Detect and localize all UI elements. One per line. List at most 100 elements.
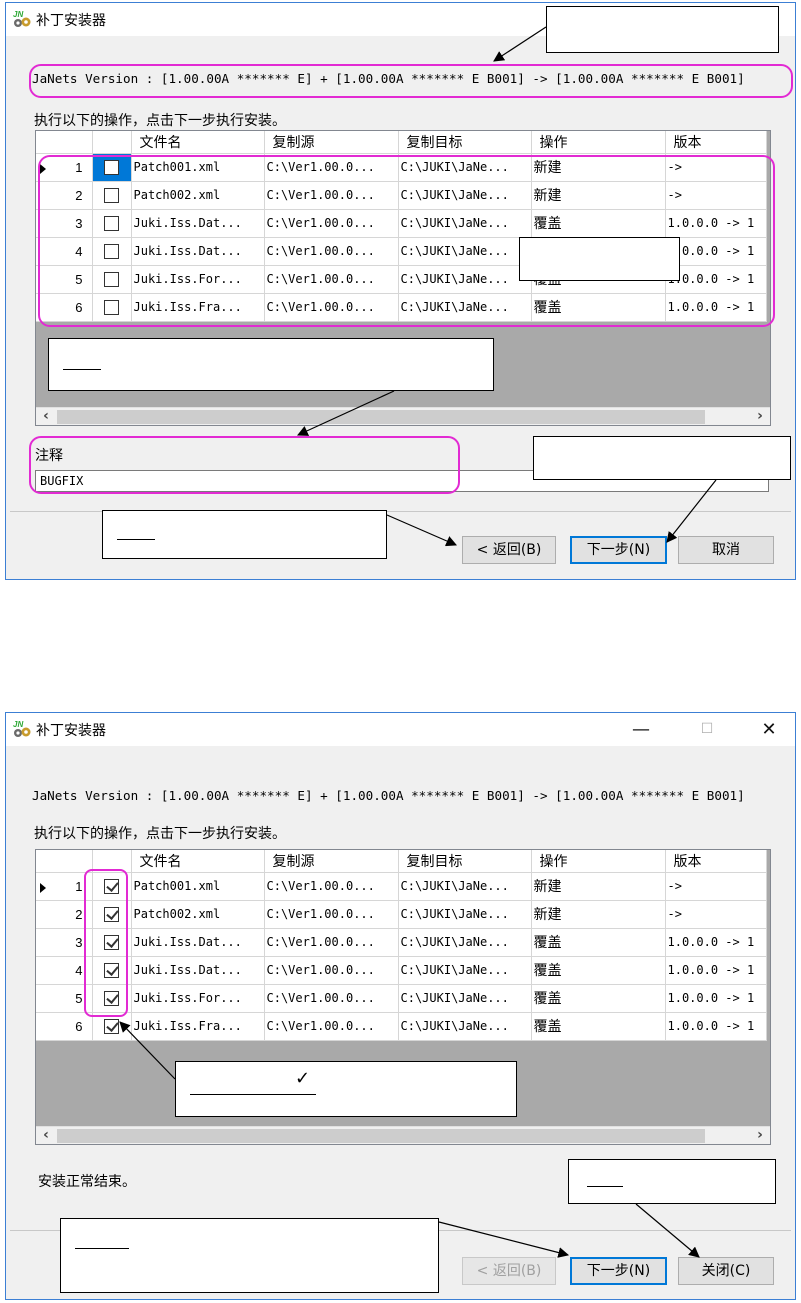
row-header[interactable]: 1 — [36, 153, 93, 182]
cell-filename: Juki.Iss.Dat... — [131, 928, 265, 957]
instruction-text: 执行以下的操作，点击下一步执行安装。 — [34, 113, 286, 129]
back-button[interactable]: < 返回(B) — [462, 536, 556, 564]
checkbox-cell[interactable] — [92, 928, 132, 957]
horizontal-scrollbar[interactable]: ‹ › — [36, 407, 770, 425]
cell-filename: Juki.Iss.Fra... — [131, 293, 265, 322]
table-row[interactable]: 3 Juki.Iss.Dat... C:\Ver1.00.0... C:\JUKI\J… — [36, 928, 767, 957]
row-header[interactable]: 6 — [36, 1012, 93, 1041]
cancel-button[interactable]: 取消 — [678, 536, 774, 564]
maximize-icon[interactable]: ☐ — [684, 713, 730, 746]
cell-operation: 新建 — [531, 153, 666, 182]
column-header-target[interactable]: 复制目标 — [398, 131, 532, 154]
next-button[interactable]: 下一步(N) — [570, 536, 667, 564]
cell-version: 1.0.0.0 -> 1 — [665, 265, 767, 294]
row-checkbox[interactable] — [104, 243, 119, 259]
column-header-operation[interactable]: 操作 — [531, 131, 666, 154]
row-header[interactable]: 2 — [36, 900, 93, 929]
table-row[interactable]: 3 Juki.Iss.Dat... C:\Ver1.00.0... C:\JUKI\J… — [36, 209, 767, 238]
checkbox-cell[interactable] — [92, 293, 132, 322]
check-column-header[interactable] — [92, 850, 132, 873]
row-header-corner — [36, 131, 93, 154]
row-header[interactable]: 5 — [36, 265, 93, 294]
callout-underline — [117, 539, 155, 540]
checkbox-cell[interactable] — [92, 900, 132, 929]
row-header[interactable]: 1 — [36, 872, 93, 901]
scrollbar-thumb[interactable] — [57, 1129, 705, 1143]
column-header-filename[interactable]: 文件名 — [131, 850, 265, 873]
cell-operation: 覆盖 — [531, 984, 666, 1013]
checkbox-cell[interactable] — [92, 265, 132, 294]
cell-target: C:\JUKI\JaNe... — [398, 237, 532, 266]
cell-source: C:\Ver1.00.0... — [264, 984, 399, 1013]
column-header-operation[interactable]: 操作 — [531, 850, 666, 873]
column-header-filename[interactable]: 文件名 — [131, 131, 265, 154]
callout-note — [48, 338, 494, 391]
version-info: JaNets Version : [1.00.00A ******* E] + … — [32, 788, 745, 803]
cell-version: 1.0.0.0 -> 1 — [665, 293, 767, 322]
row-number: 3 — [75, 934, 83, 950]
grid-header-row: 文件名 复制源 复制目标 操作 版本 — [36, 850, 767, 873]
window-title: 补丁安装器 — [36, 13, 106, 29]
back-button[interactable]: < 返回(B) — [462, 1257, 556, 1285]
cell-source: C:\Ver1.00.0... — [264, 1012, 399, 1041]
row-header[interactable]: 3 — [36, 928, 93, 957]
checkbox-cell[interactable] — [92, 956, 132, 985]
row-checkbox[interactable] — [104, 187, 119, 203]
checkbox-cell[interactable] — [92, 872, 132, 901]
close-button[interactable]: 关闭(C) — [678, 1257, 774, 1285]
table-row[interactable]: 6 Juki.Iss.Fra... C:\Ver1.00.0... C:\JUKI\J… — [36, 1012, 767, 1041]
checkbox-cell[interactable] — [92, 984, 132, 1013]
checkbox-cell[interactable] — [92, 237, 132, 266]
cell-filename: Patch002.xml — [131, 900, 265, 929]
row-checkbox[interactable] — [104, 271, 119, 287]
callout-back — [102, 510, 387, 559]
table-row[interactable]: 1 Patch001.xml C:\Ver1.00.0... C:\JUKI\JaNe… — [36, 153, 767, 182]
table-row[interactable]: 4 Juki.Iss.Dat... C:\Ver1.00.0... C:\JUKI\J… — [36, 956, 767, 985]
row-checkbox[interactable] — [104, 215, 119, 231]
table-row[interactable]: 1 Patch001.xml C:\Ver1.00.0... C:\JUKI\JaNe… — [36, 872, 767, 901]
row-header[interactable]: 2 — [36, 181, 93, 210]
row-checkbox[interactable] — [104, 906, 119, 922]
scrollbar-thumb[interactable] — [57, 410, 705, 424]
checkbox-cell[interactable] — [92, 181, 132, 210]
scroll-left-icon[interactable]: ‹ — [36, 1127, 56, 1144]
column-header-version[interactable]: 版本 — [665, 850, 767, 873]
table-row[interactable]: 2 Patch002.xml C:\Ver1.00.0... C:\JUKI\JaNe… — [36, 181, 767, 210]
row-header[interactable]: 5 — [36, 984, 93, 1013]
row-number: 4 — [75, 962, 83, 978]
check-column-header[interactable] — [92, 131, 132, 154]
row-header[interactable]: 4 — [36, 237, 93, 266]
row-header[interactable]: 6 — [36, 293, 93, 322]
next-button[interactable]: 下一步(N) — [570, 1257, 667, 1285]
row-header[interactable]: 4 — [36, 956, 93, 985]
scroll-left-icon[interactable]: ‹ — [36, 408, 56, 425]
row-header[interactable]: 3 — [36, 209, 93, 238]
column-header-target[interactable]: 复制目标 — [398, 850, 532, 873]
row-checkbox[interactable] — [104, 878, 119, 894]
scroll-right-icon[interactable]: › — [750, 408, 770, 425]
callout-close — [568, 1159, 776, 1204]
horizontal-scrollbar[interactable]: ‹ › — [36, 1126, 770, 1144]
table-row[interactable]: 2 Patch002.xml C:\Ver1.00.0... C:\JUKI\JaNe… — [36, 900, 767, 929]
row-checkbox[interactable] — [104, 962, 119, 978]
row-checkbox[interactable] — [104, 990, 119, 1006]
minimize-icon[interactable]: — — [618, 713, 664, 746]
checkbox-cell[interactable] — [92, 1012, 132, 1041]
row-checkbox[interactable] — [104, 934, 119, 950]
row-checkbox[interactable] — [104, 299, 119, 315]
close-icon[interactable]: ✕ — [746, 713, 792, 746]
row-number: 6 — [75, 299, 83, 315]
row-checkbox[interactable] — [104, 1018, 119, 1034]
cell-version: 1.0.0.0 -> 1 — [665, 1012, 767, 1041]
column-header-source[interactable]: 复制源 — [264, 131, 399, 154]
checkbox-cell[interactable] — [92, 209, 132, 238]
checkbox-cell[interactable] — [92, 153, 132, 182]
column-header-version[interactable]: 版本 — [665, 131, 767, 154]
column-header-source[interactable]: 复制源 — [264, 850, 399, 873]
row-checkbox[interactable] — [104, 159, 119, 175]
install-status-text: 安装正常结束。 — [38, 1174, 136, 1190]
table-row[interactable]: 5 Juki.Iss.For... C:\Ver1.00.0... C:\JUKI\J… — [36, 984, 767, 1013]
table-row[interactable]: 6 Juki.Iss.Fra... C:\Ver1.00.0... C:\JUKI\J… — [36, 293, 767, 322]
row-number: 3 — [75, 215, 83, 231]
scroll-right-icon[interactable]: › — [750, 1127, 770, 1144]
